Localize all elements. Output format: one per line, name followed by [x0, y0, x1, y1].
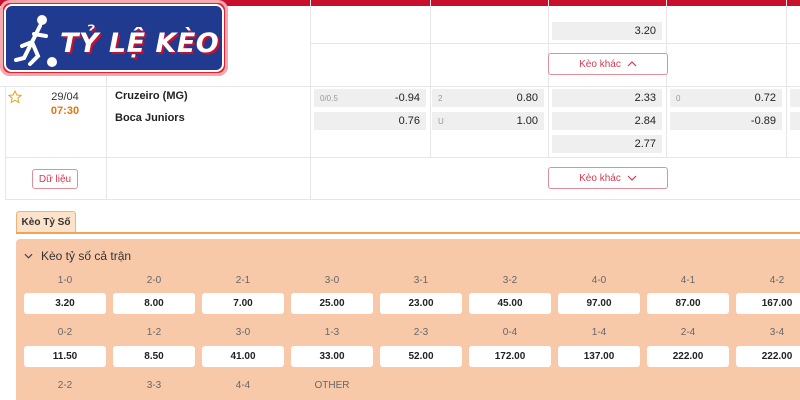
score-label: 3-1 [413, 275, 429, 286]
odds-cell-partial[interactable] [790, 89, 800, 107]
chevron-down-icon [627, 175, 637, 181]
score-odds-button[interactable]: 25.00 [291, 293, 373, 314]
odds-cell[interactable]: 3.20 [552, 22, 662, 40]
over-cell[interactable]: 2 0.80 [432, 89, 544, 107]
table-divider [548, 0, 549, 157]
score-odds-button[interactable]: 97.00 [558, 293, 640, 314]
chevron-down-icon [24, 253, 33, 259]
score-label: 2-4 [680, 327, 696, 338]
handicap-home-cell[interactable]: 0/0.5 -0.94 [314, 89, 426, 107]
score-label: 0-2 [57, 327, 73, 338]
chevron-up-icon [627, 61, 637, 67]
tab-correct-score[interactable]: Kèo Tỷ Số [16, 211, 76, 233]
score-odds-button[interactable]: 3.20 [24, 293, 106, 314]
under-cell[interactable]: U 1.00 [432, 112, 544, 130]
half-handicap-home-cell[interactable]: 0 0.72 [670, 89, 782, 107]
correct-score-header[interactable]: Kèo tỷ số cả trận [24, 249, 131, 263]
more-odds-button[interactable]: Kèo khác [548, 167, 668, 189]
score-odds-button[interactable]: 33.00 [291, 346, 373, 367]
logo-text: TỶ LỆ KÈO [60, 28, 220, 59]
score-label: 1-3 [324, 327, 340, 338]
match-date: 29/04 [51, 91, 79, 103]
table-divider [0, 86, 800, 87]
score-label: 2-0 [146, 275, 162, 286]
score-odds-button[interactable]: 45.00 [469, 293, 551, 314]
table-divider [786, 0, 787, 157]
score-label: 4-2 [769, 275, 785, 286]
away-win-cell[interactable]: 2.84 [552, 112, 662, 130]
score-label: 3-2 [502, 275, 518, 286]
favorite-star-icon[interactable] [8, 90, 22, 104]
half-handicap-away-cell[interactable]: -0.89 [670, 112, 782, 130]
home-win-cell[interactable]: 2.33 [552, 89, 662, 107]
draw-cell[interactable]: 2.77 [552, 135, 662, 153]
score-odds-button[interactable]: 23.00 [380, 293, 462, 314]
table-divider [310, 0, 311, 200]
score-odds-button[interactable]: 222.00 [647, 346, 729, 367]
logo-badge: TỶ LỆ KÈO [4, 4, 224, 72]
correct-score-title: Kèo tỷ số cả trận [41, 249, 132, 263]
score-label: 2-2 [57, 380, 73, 391]
score-odds-button[interactable]: 52.00 [380, 346, 462, 367]
score-odds-button[interactable]: 167.00 [736, 293, 800, 314]
score-label: 2-3 [413, 327, 429, 338]
more-odds-button[interactable]: Kèo khác [548, 53, 668, 75]
handicap-away-cell[interactable]: 0.76 [314, 112, 426, 130]
correct-score-panel [16, 239, 800, 400]
table-divider [430, 0, 431, 157]
score-label: 3-3 [146, 380, 162, 391]
match-time: 07:30 [50, 105, 80, 117]
table-divider [5, 86, 6, 200]
table-divider [666, 0, 667, 157]
score-odds-button[interactable]: 87.00 [647, 293, 729, 314]
score-odds-button[interactable]: 41.00 [202, 346, 284, 367]
match-data-button[interactable]: Dữ liệu [32, 169, 78, 189]
table-divider [310, 43, 800, 44]
score-label: 2-1 [235, 275, 251, 286]
score-odds-button[interactable]: 7.00 [202, 293, 284, 314]
score-label: 1-4 [591, 327, 607, 338]
score-odds-button[interactable]: 172.00 [469, 346, 551, 367]
tab-underline [16, 232, 800, 234]
table-divider [5, 199, 800, 200]
score-label: 3-0 [324, 275, 340, 286]
score-label: 4-0 [591, 275, 607, 286]
site-logo[interactable]: TỶ LỆ KÈO [0, 0, 228, 76]
score-label: 1-2 [146, 327, 162, 338]
score-label: 3-0 [235, 327, 251, 338]
score-odds-button[interactable]: 11.50 [24, 346, 106, 367]
score-odds-button[interactable]: 137.00 [558, 346, 640, 367]
odds-cell-partial[interactable] [790, 112, 800, 130]
score-label: 4-4 [235, 380, 251, 391]
score-odds-button[interactable]: 8.00 [113, 293, 195, 314]
score-label: 3-4 [769, 327, 785, 338]
table-divider [5, 157, 800, 158]
score-label: 4-1 [680, 275, 696, 286]
score-label: OTHER [314, 380, 350, 391]
score-odds-button[interactable]: 222.00 [736, 346, 800, 367]
soccer-player-icon [14, 15, 57, 67]
score-odds-button[interactable]: 8.50 [113, 346, 195, 367]
score-label: 0-4 [502, 327, 518, 338]
away-team[interactable]: Boca Juniors [115, 112, 185, 124]
home-team[interactable]: Cruzeiro (MG) [115, 90, 188, 102]
score-label: 1-0 [57, 275, 73, 286]
